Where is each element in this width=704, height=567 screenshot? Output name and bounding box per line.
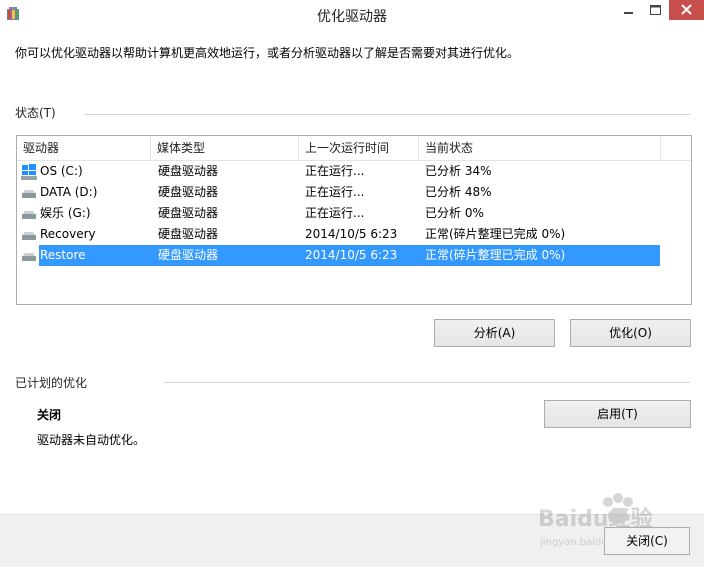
drive-name: DATA (D:): [40, 185, 98, 199]
drive-last-run: 2014/10/5 6:23: [305, 248, 398, 262]
drive-media-type: 硬盘驱动器: [158, 164, 219, 178]
column-header-media-type[interactable]: 媒体类型: [151, 136, 299, 160]
drive-name: Restore: [40, 248, 86, 262]
column-header-status[interactable]: 当前状态: [419, 136, 661, 160]
hard-drive-icon: [22, 232, 36, 240]
minimize-icon: [624, 12, 633, 14]
drive-status: 已分析 34%: [425, 164, 492, 178]
window-title: 优化驱动器: [317, 9, 387, 25]
drive-row-os[interactable]: OS (C:) 硬盘驱动器 正在运行... 已分析 34%: [17, 161, 691, 182]
maximize-button[interactable]: [642, 0, 669, 20]
column-header-drive[interactable]: 驱动器: [17, 136, 151, 160]
hard-drive-icon: [22, 253, 36, 261]
drive-last-run: 正在运行...: [305, 206, 365, 220]
drive-name: OS (C:): [40, 164, 83, 178]
drive-row-restore[interactable]: Restore 硬盘驱动器 2014/10/5 6:23 正常(碎片整理已完成 …: [17, 245, 691, 266]
hard-drive-icon: [22, 190, 36, 198]
minimize-button[interactable]: [615, 0, 642, 20]
drive-row-data[interactable]: DATA (D:) 硬盘驱动器 正在运行... 已分析 48%: [17, 182, 691, 203]
drive-status: 正常(碎片整理已完成 0%): [425, 227, 566, 241]
enable-button[interactable]: 启用(T): [544, 400, 691, 428]
close-icon: [681, 4, 692, 15]
drive-name: 娱乐 (G:): [40, 206, 91, 220]
status-group-divider: [85, 114, 690, 115]
drive-media-type: 硬盘驱动器: [158, 248, 219, 262]
drive-status: 已分析 48%: [425, 185, 492, 199]
drive-status: 已分析 0%: [425, 206, 484, 220]
status-group-label: 状态(T): [15, 106, 56, 120]
scheduled-group-label: 已计划的优化: [15, 376, 88, 390]
close-window-button[interactable]: [669, 0, 704, 20]
drive-media-type: 硬盘驱动器: [158, 206, 219, 220]
drive-list-header: 驱动器 媒体类型 上一次运行时间 当前状态: [17, 136, 691, 161]
schedule-state: 关闭: [37, 408, 62, 422]
description-text: 你可以优化驱动器以帮助计算机更高效地运行，或者分析驱动器以了解是否需要对其进行优…: [15, 46, 520, 60]
drive-name: Recovery: [40, 227, 96, 241]
optimize-button[interactable]: 优化(O): [570, 319, 691, 347]
maximize-icon: [650, 5, 661, 15]
scheduled-group-divider: [164, 382, 690, 383]
hard-drive-icon: [22, 211, 36, 219]
drive-last-run: 2014/10/5 6:23: [305, 227, 398, 241]
close-button[interactable]: 关闭(C): [604, 527, 690, 555]
drive-last-run: 正在运行...: [305, 185, 365, 199]
drive-row-recovery[interactable]: Recovery 硬盘驱动器 2014/10/5 6:23 正常(碎片整理已完成…: [17, 224, 691, 245]
drive-status: 正常(碎片整理已完成 0%): [425, 248, 566, 262]
windows-drive-icon: [21, 164, 37, 180]
title-bar: 优化驱动器: [0, 0, 704, 31]
column-header-last-run[interactable]: 上一次运行时间: [299, 136, 419, 160]
drive-media-type: 硬盘驱动器: [158, 185, 219, 199]
drive-media-type: 硬盘驱动器: [158, 227, 219, 241]
schedule-description: 驱动器未自动优化。: [37, 433, 146, 447]
drive-row-entertainment[interactable]: 娱乐 (G:) 硬盘驱动器 正在运行... 已分析 0%: [17, 203, 691, 224]
analyze-button[interactable]: 分析(A): [434, 319, 555, 347]
drive-last-run: 正在运行...: [305, 164, 365, 178]
drive-list[interactable]: 驱动器 媒体类型 上一次运行时间 当前状态 OS (C:) 硬盘驱动器 正在运行…: [16, 135, 692, 305]
